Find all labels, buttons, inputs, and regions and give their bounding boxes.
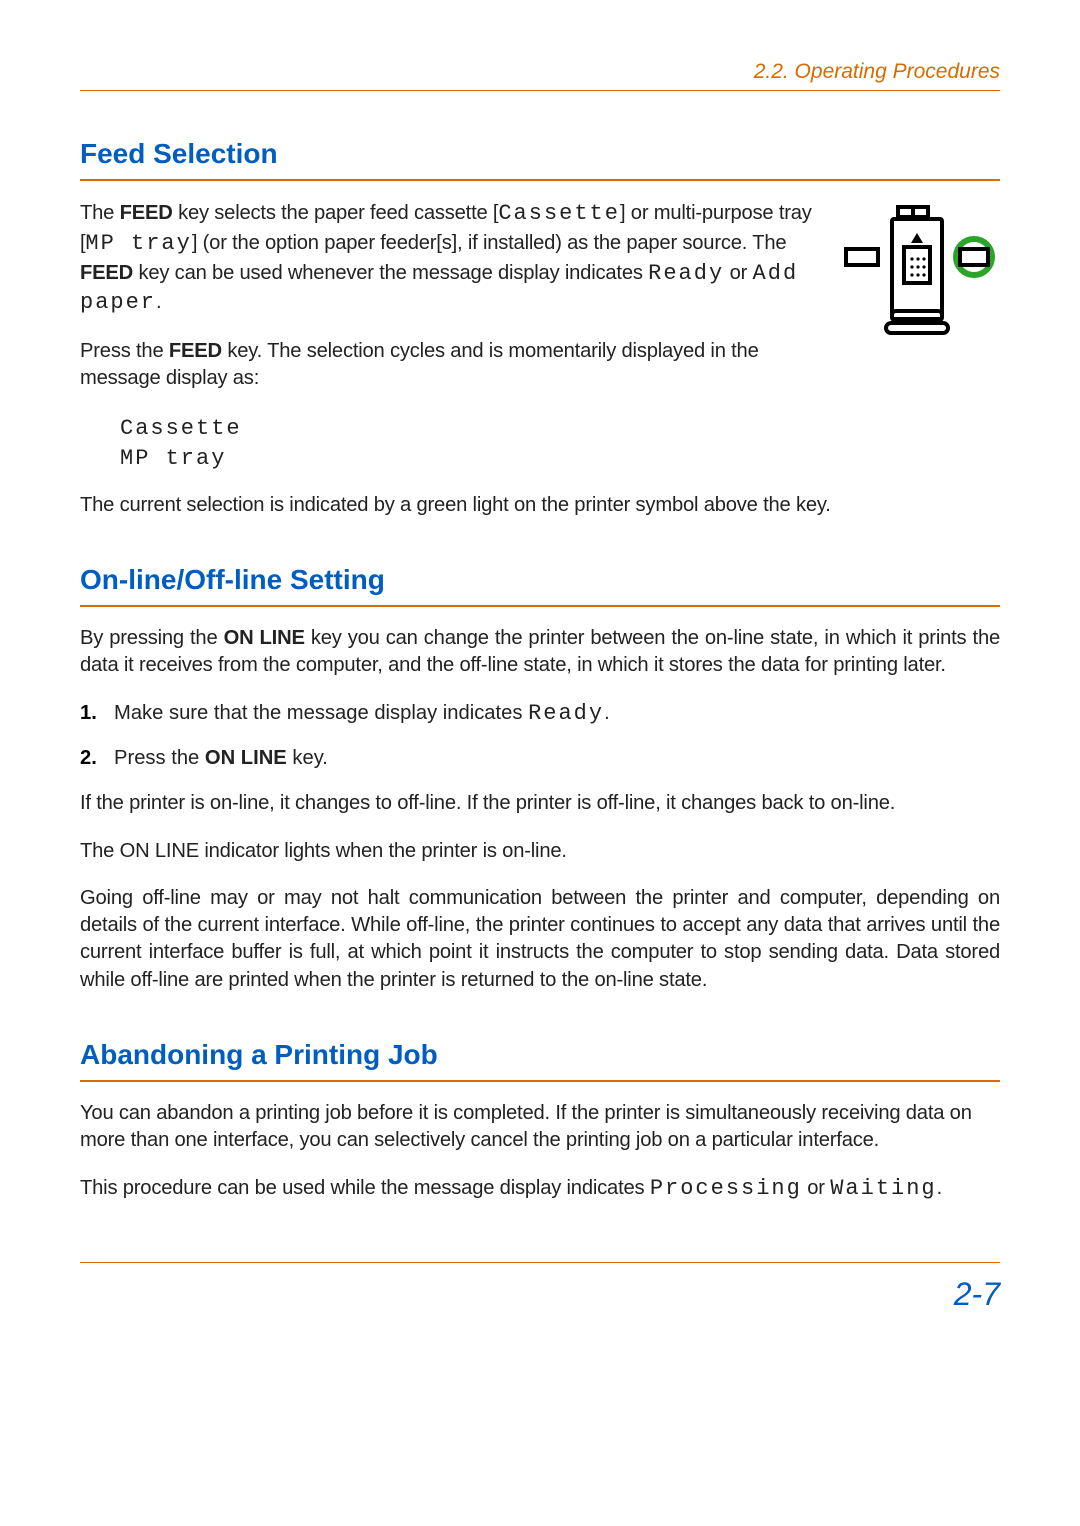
paragraph: Press the FEED key. The selection cycles…	[80, 338, 814, 393]
numbered-list: 1. Make sure that the message display in…	[80, 699, 1000, 772]
lcd-text: Processing	[650, 1176, 802, 1201]
paragraph: The FEED key selects the paper feed cass…	[80, 199, 814, 318]
paragraph: This procedure can be used while the mes…	[80, 1174, 1000, 1204]
heading-abandon-job: Abandoning a Printing Job	[80, 1036, 1000, 1074]
feed-text-column: The FEED key selects the paper feed cass…	[80, 199, 814, 412]
section-online-offline: On-line/Off-line Setting By pressing the…	[80, 561, 1000, 994]
key-name: FEED	[80, 262, 133, 284]
paragraph: By pressing the ON LINE key you can chan…	[80, 625, 1000, 680]
heading-rule	[80, 179, 1000, 181]
paragraph: You can abandon a printing job before it…	[80, 1100, 1000, 1155]
running-header: 2.2. Operating Procedures	[80, 58, 1000, 86]
key-name: FEED	[169, 340, 222, 362]
key-name: FEED	[120, 202, 173, 224]
list-text: Press the ON LINE key.	[114, 745, 328, 772]
header-rule	[80, 90, 1000, 91]
lcd-text: Waiting	[830, 1176, 936, 1201]
section-feed-selection: Feed Selection The FEED key selects the …	[80, 135, 1000, 519]
paragraph: Going off-line may or may not halt commu…	[80, 885, 1000, 994]
key-name: ON LINE	[205, 747, 287, 769]
list-number: 1.	[80, 700, 104, 727]
paragraph: The current selection is indicated by a …	[80, 492, 1000, 519]
list-number: 2.	[80, 745, 104, 772]
lcd-text: Ready	[648, 261, 724, 286]
list-item: 1. Make sure that the message display in…	[80, 699, 1000, 729]
heading-rule	[80, 605, 1000, 607]
lcd-display-lines: Cassette MP tray	[120, 414, 1000, 473]
page-number-block: 2-7	[80, 1262, 1000, 1316]
heading-rule	[80, 1080, 1000, 1082]
paragraph: If the printer is on-line, it changes to…	[80, 790, 1000, 817]
page-number-rule	[80, 1262, 1000, 1263]
list-item: 2. Press the ON LINE key.	[80, 745, 1000, 772]
lcd-text: Cassette	[498, 201, 620, 226]
lcd-text: Ready	[528, 701, 604, 726]
page: 2.2. Operating Procedures Feed Selection…	[0, 0, 1080, 1526]
lcd-line: MP tray	[120, 444, 1000, 474]
key-name: ON LINE	[224, 627, 305, 649]
section-abandon-job: Abandoning a Printing Job You can abando…	[80, 1036, 1000, 1204]
list-text: Make sure that the message display indic…	[114, 699, 610, 729]
printer-diagram	[840, 199, 1000, 351]
heading-online-offline: On-line/Off-line Setting	[80, 561, 1000, 599]
paragraph: The ON LINE indicator lights when the pr…	[80, 838, 1000, 865]
heading-feed-selection: Feed Selection	[80, 135, 1000, 173]
lcd-line: Cassette	[120, 414, 1000, 444]
page-number: 2-7	[80, 1273, 1000, 1316]
lcd-text: MP tray	[85, 231, 191, 256]
printer-icon	[840, 203, 1000, 343]
